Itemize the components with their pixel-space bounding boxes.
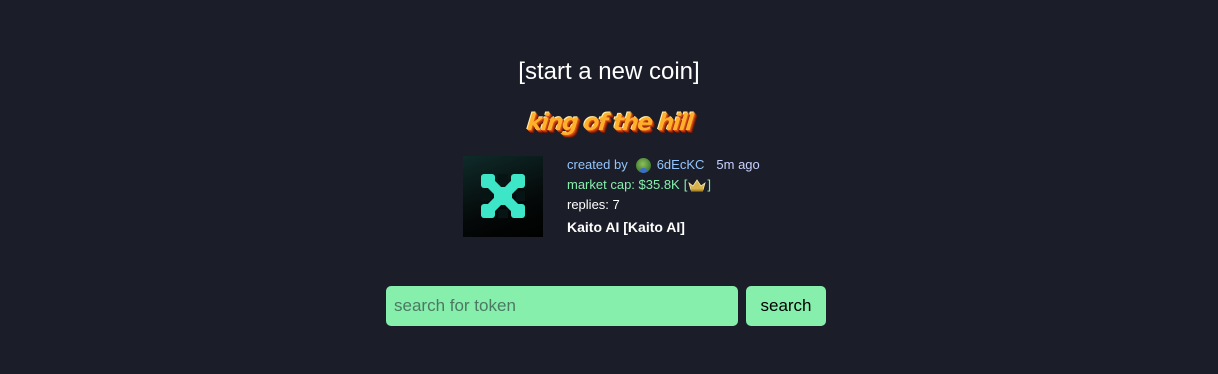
market-cap-row: market cap: $35.8K [ ] <box>567 176 711 194</box>
created-by-label: created by <box>567 157 628 172</box>
coin-image <box>463 156 543 237</box>
creator-name[interactable]: 6dEcKC <box>657 156 705 174</box>
replies-count: replies: 7 <box>567 197 620 212</box>
coin-name: Kaito AI [Kaito AI] <box>567 219 685 235</box>
king-badge: [ ] <box>684 176 711 194</box>
kaito-x-logo-icon <box>481 174 525 218</box>
king-coin-card[interactable]: created by 6dEcKC 5m ago market cap: $35… <box>463 156 783 238</box>
creator-avatar[interactable] <box>635 157 651 173</box>
created-by-row: created by 6dEcKC 5m ago <box>567 156 760 174</box>
king-of-the-hill-banner: king of the hill <box>525 110 694 136</box>
badge-open-bracket: [ <box>683 177 688 192</box>
created-time: 5m ago <box>716 157 760 172</box>
start-new-coin-link[interactable]: [start a new coin] <box>0 57 1218 87</box>
badge-close-bracket: ] <box>707 177 711 192</box>
search-button[interactable]: search <box>746 286 826 326</box>
search-input[interactable] <box>386 286 738 326</box>
market-cap-value: market cap: $35.8K <box>567 177 680 192</box>
crown-icon <box>688 178 707 191</box>
page: [start a new coin] king of the hill crea… <box>0 0 1218 374</box>
